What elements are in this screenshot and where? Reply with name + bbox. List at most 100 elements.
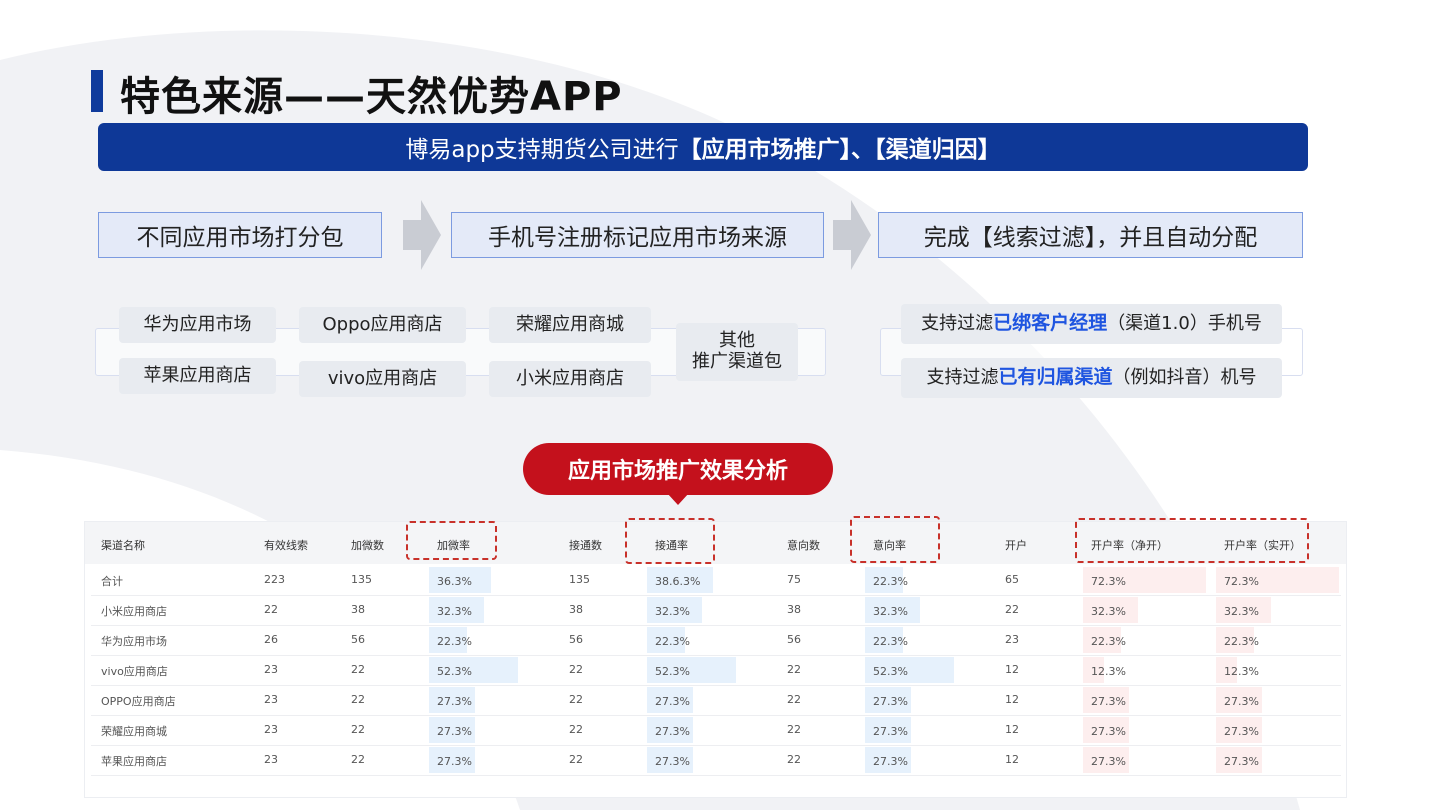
table-cell: 12.3%	[1224, 665, 1259, 678]
table-cell: 23	[264, 753, 278, 766]
table-cell: 22	[1005, 603, 1019, 616]
table-cell: 38	[787, 603, 801, 616]
table-row-channel-name: 合计	[101, 575, 123, 588]
table-row-divider	[91, 595, 1341, 596]
filter-1-highlight: 已绑客户经理	[993, 312, 1108, 335]
table-header-cell: 意向数	[787, 539, 820, 552]
table-header-cell: 渠道名称	[101, 539, 145, 552]
filter-1-prefix: 支持过滤	[921, 312, 994, 334]
filter-chip-1: 支持过滤 已绑客户经理 （渠道1.0）手机号	[901, 304, 1282, 344]
table-header-cell: 加微数	[351, 539, 384, 552]
table-cell: 56	[569, 633, 583, 646]
feature-banner: 博易app支持期货公司进行 【应用市场推广】、【渠道归因】	[98, 123, 1308, 171]
table-cell: 22	[569, 693, 583, 706]
arrow-right-icon	[833, 200, 871, 270]
page-title: 特色来源——天然优势APP	[120, 74, 623, 120]
table-cell: 22.3%	[1224, 635, 1259, 648]
table-row-channel-name: 小米应用商店	[101, 605, 167, 618]
table-cell: 38.6.3%	[655, 575, 701, 588]
table-cell: 52.3%	[873, 665, 908, 678]
table-cell: 56	[351, 633, 365, 646]
table-row-divider	[91, 685, 1341, 686]
table-cell: 65	[1005, 573, 1019, 586]
table-cell: 72.3%	[1091, 575, 1126, 588]
table-cell: 27.3%	[437, 695, 472, 708]
table-cell: 22	[569, 753, 583, 766]
table-cell: 36.3%	[437, 575, 472, 588]
table-cell: 12.3%	[1091, 665, 1126, 678]
table-cell: 32.3%	[873, 605, 908, 618]
table-cell: 38	[351, 603, 365, 616]
filter-chip-2: 支持过滤 已有归属渠道 （例如抖音）机号	[901, 358, 1282, 398]
market-chip-oppo: Oppo应用商店	[299, 307, 466, 343]
analysis-pill-pointer	[667, 493, 689, 505]
table-cell: 52.3%	[655, 665, 690, 678]
market-chip-huawei: 华为应用市场	[119, 307, 276, 343]
table-cell: 22.3%	[873, 575, 908, 588]
market-chip-other: 其他 推广渠道包	[676, 323, 798, 381]
filter-2-suffix: （例如抖音）机号	[1112, 366, 1257, 388]
table-cell: 22.3%	[873, 635, 908, 648]
flow-step-1: 不同应用市场打分包	[98, 212, 382, 258]
flow-step-2: 手机号注册标记应用市场来源	[451, 212, 824, 258]
table-row-channel-name: vivo应用商店	[101, 665, 168, 678]
other-line-2: 推广渠道包	[692, 351, 782, 372]
table-cell: 27.3%	[1091, 755, 1126, 768]
table-cell: 27.3%	[1091, 725, 1126, 738]
table-row-channel-name: OPPO应用商店	[101, 695, 176, 708]
table-cell: 12	[1005, 693, 1019, 706]
table-cell: 135	[351, 573, 372, 586]
table-cell: 27.3%	[873, 695, 908, 708]
highlight-box-connect-rate	[625, 518, 715, 564]
table-cell: 22.3%	[655, 635, 690, 648]
table-cell: 22	[569, 723, 583, 736]
table-cell: 22.3%	[1091, 635, 1126, 648]
table-cell: 22	[569, 663, 583, 676]
table-cell: 23	[264, 723, 278, 736]
table-cell: 22	[351, 723, 365, 736]
table-cell: 23	[1005, 633, 1019, 646]
table-row-channel-name: 华为应用市场	[101, 635, 167, 648]
table-row-divider	[91, 655, 1341, 656]
highlight-box-open-rates	[1075, 518, 1309, 563]
table-header-cell: 有效线索	[264, 539, 308, 552]
highlight-box-intent-rate	[850, 516, 940, 563]
table-cell: 22	[787, 723, 801, 736]
table-cell: 27.3%	[1224, 695, 1259, 708]
table-cell: 27.3%	[1224, 755, 1259, 768]
filter-2-prefix: 支持过滤	[926, 366, 999, 388]
table-cell: 32.3%	[1091, 605, 1126, 618]
table-cell: 22	[787, 663, 801, 676]
table-cell: 32.3%	[1224, 605, 1259, 618]
table-row-channel-name: 苹果应用商店	[101, 755, 167, 768]
table-cell: 22	[787, 693, 801, 706]
table-cell: 27.3%	[873, 725, 908, 738]
market-chip-vivo: vivo应用商店	[299, 361, 466, 397]
table-cell: 26	[264, 633, 278, 646]
table-cell: 27.3%	[655, 695, 690, 708]
table-header-cell: 接通数	[569, 539, 602, 552]
table-cell: 12	[1005, 753, 1019, 766]
table-cell: 22	[264, 603, 278, 616]
highlight-box-add-wechat-rate	[406, 521, 497, 560]
table-cell: 27.3%	[655, 755, 690, 768]
filter-2-highlight: 已有归属渠道	[998, 366, 1113, 389]
flow-step-3: 完成【线索过滤】，并且自动分配	[878, 212, 1303, 258]
table-row-divider	[91, 715, 1341, 716]
analysis-pill: 应用市场推广效果分析	[523, 443, 833, 495]
table-cell: 223	[264, 573, 285, 586]
table-row-divider	[91, 745, 1341, 746]
table-cell: 27.3%	[655, 725, 690, 738]
table-cell: 22.3%	[437, 635, 472, 648]
table-header-cell: 开户	[1005, 539, 1027, 552]
market-chip-xiaomi: 小米应用商店	[489, 361, 651, 397]
table-cell: 72.3%	[1224, 575, 1259, 588]
table-cell: 32.3%	[655, 605, 690, 618]
table-cell: 22	[351, 693, 365, 706]
arrow-right-icon	[403, 200, 441, 270]
table-cell: 12	[1005, 663, 1019, 676]
table-cell: 38	[569, 603, 583, 616]
table-cell: 12	[1005, 723, 1019, 736]
title-accent-bar	[91, 70, 103, 112]
other-line-1: 其他	[719, 330, 755, 352]
